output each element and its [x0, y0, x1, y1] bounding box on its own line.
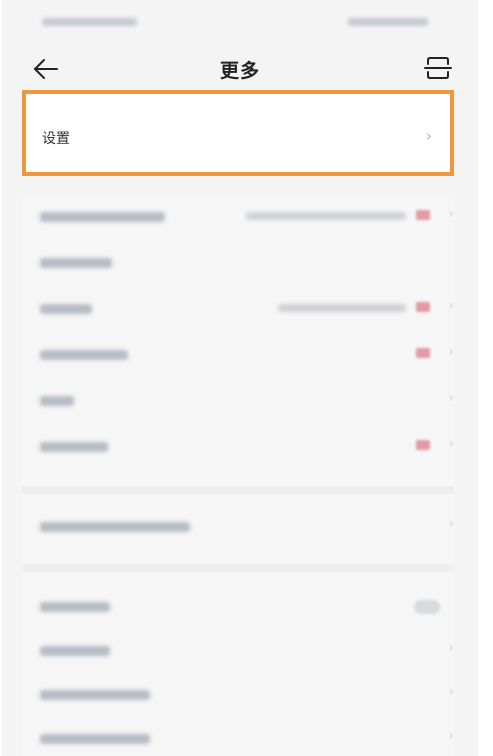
status-bar-left-blur — [42, 18, 137, 26]
red-badge — [416, 440, 430, 450]
blurred-label — [40, 522, 190, 532]
blurred-label — [40, 212, 165, 222]
red-badge — [416, 302, 430, 312]
blurred-label — [40, 258, 112, 268]
blurred-toggle[interactable] — [414, 600, 440, 614]
top-bar: 更多 — [2, 44, 478, 96]
chevron-right-icon: › — [448, 390, 454, 406]
list-item[interactable]: › — [22, 506, 454, 546]
settings-item[interactable]: 设置 › — [22, 90, 454, 176]
blurred-value — [278, 304, 406, 312]
list-item[interactable] — [22, 586, 454, 626]
blurred-label — [40, 304, 92, 314]
red-badge — [416, 348, 430, 358]
blurred-list-group-1: › › › › › — [22, 196, 454, 486]
status-bar-right-blur — [348, 18, 428, 26]
chevron-right-icon: › — [448, 684, 454, 700]
red-badge — [416, 210, 430, 220]
blurred-list-group-2: › — [22, 494, 454, 564]
blurred-label — [40, 396, 74, 406]
section-divider — [22, 564, 454, 572]
blurred-label — [40, 690, 150, 700]
blurred-label — [40, 350, 128, 360]
blurred-label — [40, 646, 110, 656]
section-divider — [22, 486, 454, 494]
blurred-value — [246, 212, 406, 220]
chevron-right-icon: › — [426, 127, 432, 145]
settings-label: 设置 — [42, 131, 70, 147]
list-item[interactable]: › — [22, 426, 454, 466]
screen: 更多 设置 › › › › › › › › › › — [2, 0, 478, 756]
list-item[interactable]: › — [22, 288, 454, 328]
list-item[interactable]: › — [22, 674, 454, 714]
chevron-right-icon: › — [448, 640, 454, 656]
list-item[interactable] — [22, 242, 454, 282]
page-title: 更多 — [219, 60, 260, 82]
chevron-right-icon: › — [448, 436, 454, 452]
chevron-right-icon: › — [448, 206, 454, 222]
blurred-label — [40, 442, 108, 452]
blurred-label — [40, 734, 150, 744]
blurred-list-group-3: › › › — [22, 572, 454, 756]
list-item[interactable]: › — [22, 334, 454, 374]
chevron-right-icon: › — [448, 728, 454, 744]
list-item[interactable]: › — [22, 380, 454, 420]
list-item[interactable]: › — [22, 630, 454, 670]
blurred-label — [40, 602, 110, 612]
status-bar — [2, 0, 478, 44]
chevron-right-icon: › — [448, 516, 454, 532]
list-item[interactable]: › — [22, 718, 454, 756]
list-item[interactable]: › — [22, 196, 454, 236]
chevron-right-icon: › — [448, 344, 454, 360]
scan-icon[interactable] — [424, 54, 452, 82]
chevron-right-icon: › — [448, 298, 454, 314]
